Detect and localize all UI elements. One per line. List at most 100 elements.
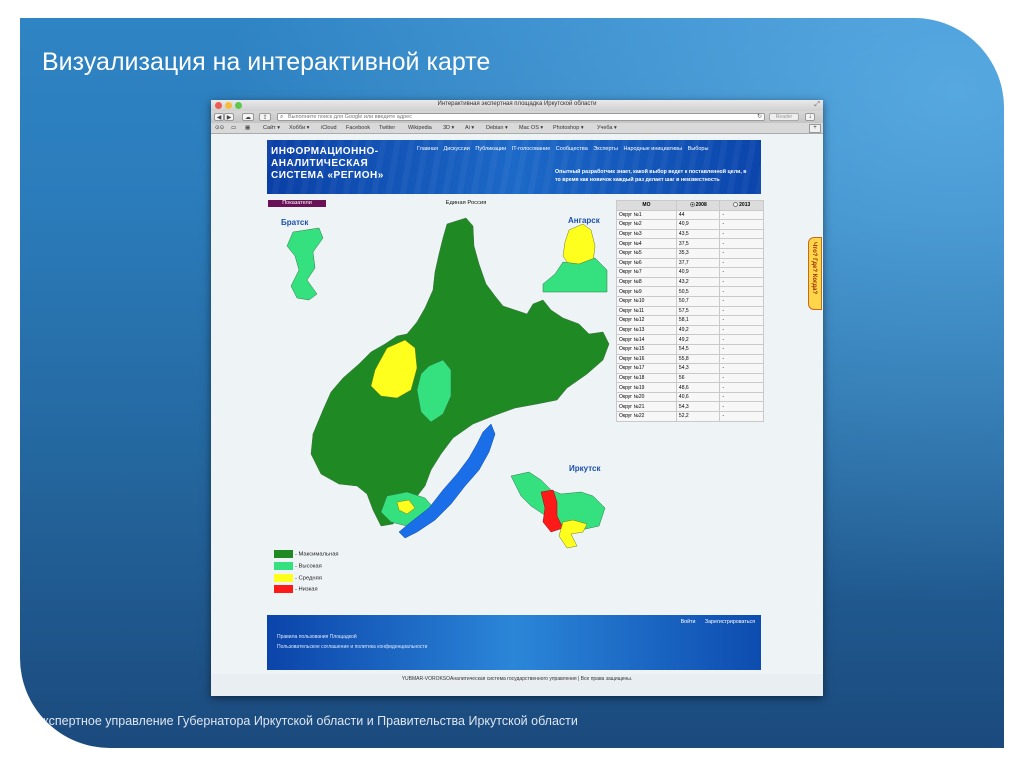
map-inset-bratsk[interactable] — [286, 227, 324, 301]
value-2013-cell: - — [719, 267, 764, 278]
value-2008-cell: 43,2 — [675, 276, 721, 288]
fullscreen-icon[interactable]: ⤢ — [814, 101, 820, 109]
value-2008-cell: 40,9 — [675, 219, 721, 230]
table-row[interactable]: Округ №22 52,2- — [616, 411, 764, 422]
district-name-cell: Округ №20 — [616, 391, 677, 403]
value-2013-cell: - — [719, 247, 764, 259]
value-2013-cell: - — [719, 334, 764, 345]
login-link[interactable]: Войти — [681, 619, 696, 625]
nav-link-it-voting[interactable]: IT-голосование — [512, 146, 551, 152]
bookmark-item[interactable]: Сайт ▾ — [263, 123, 280, 133]
side-feedback-tab[interactable]: Что? Где? Когда? — [808, 237, 822, 310]
table-row[interactable]: Округ №13 49,2- — [616, 324, 764, 336]
slide-title: Визуализация на интерактивной карте — [42, 48, 491, 76]
reading-list-icon[interactable]: ⊙⊙ — [215, 123, 224, 133]
year-2008-radio-cell[interactable]: 2008 — [675, 200, 721, 211]
agreement-link[interactable]: Пользовательское соглашение и политика к… — [277, 644, 427, 650]
side-tab-label: Что? Где? Когда? — [811, 242, 817, 295]
value-2008-cell: 37,5 — [675, 238, 721, 249]
year-2013-radio-cell[interactable]: 2013 — [719, 200, 764, 211]
legend-label: - Максимальная — [295, 551, 339, 558]
bookmark-item[interactable]: Photoshop ▾ — [553, 123, 584, 133]
bookmark-item[interactable]: Facebook — [346, 123, 370, 133]
copyright-text: YUBMAR-VOROKSOАналитическая система госу… — [401, 676, 633, 682]
icloud-tabs-icon[interactable]: ☁ — [242, 113, 254, 121]
table-row[interactable]: Округ №2 40,9- — [616, 219, 764, 230]
table-row[interactable]: Округ №15 54,5- — [616, 343, 764, 355]
value-2008-cell: 57,5 — [675, 305, 721, 317]
site-logo[interactable]: ИНФОРМАЦИОННО- АНАЛИТИЧЕСКАЯ СИСТЕМА «РЕ… — [271, 146, 384, 182]
table-row[interactable]: Округ №7 40,9- — [616, 267, 764, 278]
table-row[interactable]: Округ №8 43,2- — [616, 276, 764, 288]
table-row[interactable]: Округ №9 50,5- — [616, 286, 764, 297]
share-icon[interactable]: ⇪ — [259, 113, 271, 121]
back-button[interactable]: ◀ — [214, 113, 224, 121]
nav-link-communities[interactable]: Сообщества — [556, 146, 588, 152]
table-row[interactable]: Округ №11 57,5- — [616, 305, 764, 317]
site-nav: Главная Дискуссии Публикации IT-голосова… — [417, 146, 712, 152]
forward-button[interactable]: ▶ — [224, 113, 234, 121]
table-row[interactable]: Округ №16 55,8- — [616, 353, 764, 365]
table-row[interactable]: Округ №5 35,3- — [616, 247, 764, 259]
value-2013-cell: - — [719, 343, 764, 355]
reload-icon[interactable]: ↻ — [757, 114, 762, 121]
district-name-cell: Округ №14 — [616, 334, 677, 345]
table-row[interactable]: Округ №17 54,3- — [616, 363, 764, 374]
bookmark-item[interactable]: Twitter — [379, 123, 395, 133]
table-row[interactable]: Округ №18 56- — [616, 372, 764, 384]
value-2008-cell: 35,3 — [675, 247, 721, 259]
value-2008-cell: 49,2 — [675, 324, 721, 336]
district-name-cell: Округ №18 — [616, 372, 677, 384]
district-name-cell: Округ №22 — [616, 411, 677, 422]
table-row[interactable]: Округ №20 40,6- — [616, 391, 764, 403]
table-row[interactable]: Округ №12 58,1- — [616, 315, 764, 326]
table-row[interactable]: Округ №3 43,5- — [616, 228, 764, 240]
nav-link-discussions[interactable]: Дискуссии — [443, 146, 469, 152]
radio-2013[interactable] — [733, 202, 739, 208]
table-row[interactable]: Округ №10 50,7- — [616, 295, 764, 307]
bookmark-item[interactable]: Ai ▾ — [465, 123, 474, 133]
nav-link-main[interactable]: Главная — [417, 146, 438, 152]
reader-button[interactable]: Reader — [769, 113, 799, 121]
bookmark-item[interactable]: iCloud — [321, 123, 337, 133]
bookmark-item[interactable]: Учеба ▾ — [597, 123, 617, 133]
nav-link-publications[interactable]: Публикации — [475, 146, 506, 152]
nav-link-experts[interactable]: Эксперты — [593, 146, 618, 152]
table-row[interactable]: Округ №14 49,2- — [616, 334, 764, 345]
map-label-bratsk: Братск — [281, 218, 309, 227]
value-2013-cell: - — [719, 276, 764, 288]
table-row[interactable]: Округ №1 44- — [616, 209, 764, 221]
bookmark-item[interactable]: Хобби ▾ — [289, 123, 309, 133]
browser-toolbar: ◀ ▶ ☁ ⇪ ⌕ Выполните поиск для Google или… — [211, 111, 823, 123]
value-2013-cell: - — [719, 382, 764, 393]
value-2013-cell: - — [719, 315, 764, 326]
register-link[interactable]: Зарегистрироваться — [705, 619, 755, 625]
value-2008-cell: 52,2 — [675, 411, 721, 422]
top-sites-icon[interactable]: ▦ — [245, 123, 250, 133]
table-row[interactable]: Округ №21 54,3- — [616, 401, 764, 413]
bookmark-item[interactable]: 3D ▾ — [443, 123, 454, 133]
radio-2008[interactable] — [689, 202, 695, 208]
district-name-cell: Округ №21 — [616, 401, 677, 413]
nav-link-elections[interactable]: Выборы — [688, 146, 709, 152]
bookmark-item[interactable]: Wikipedia — [408, 123, 432, 133]
nav-link-initiatives[interactable]: Народные инициативы — [623, 146, 682, 152]
bookmarks-icon[interactable]: ▭ — [231, 123, 236, 133]
table-row[interactable]: Округ №6 37,7- — [616, 257, 764, 269]
map-inset-irkutsk-mid[interactable] — [558, 519, 588, 549]
value-2008-cell: 58,1 — [675, 315, 721, 326]
search-icon: ⌕ — [280, 114, 284, 120]
address-bar[interactable]: ⌕ Выполните поиск для Google или введите… — [277, 113, 765, 121]
district-name-cell: Округ №9 — [616, 286, 677, 297]
district-name-cell: Округ №2 — [616, 219, 677, 230]
bookmark-item[interactable]: Debian ▾ — [486, 123, 508, 133]
table-row[interactable]: Округ №19 48,6- — [616, 382, 764, 393]
new-tab-button[interactable]: + — [809, 124, 821, 133]
value-2008-cell: 48,6 — [675, 382, 721, 393]
district-name-cell: Округ №5 — [616, 247, 677, 259]
downloads-icon[interactable]: ↓ — [805, 113, 815, 121]
value-2013-cell: - — [719, 228, 764, 240]
rules-link[interactable]: Правила пользования Площадкой — [277, 634, 357, 640]
bookmark-item[interactable]: Mac OS ▾ — [519, 123, 543, 133]
table-row[interactable]: Округ №4 37,5- — [616, 238, 764, 249]
